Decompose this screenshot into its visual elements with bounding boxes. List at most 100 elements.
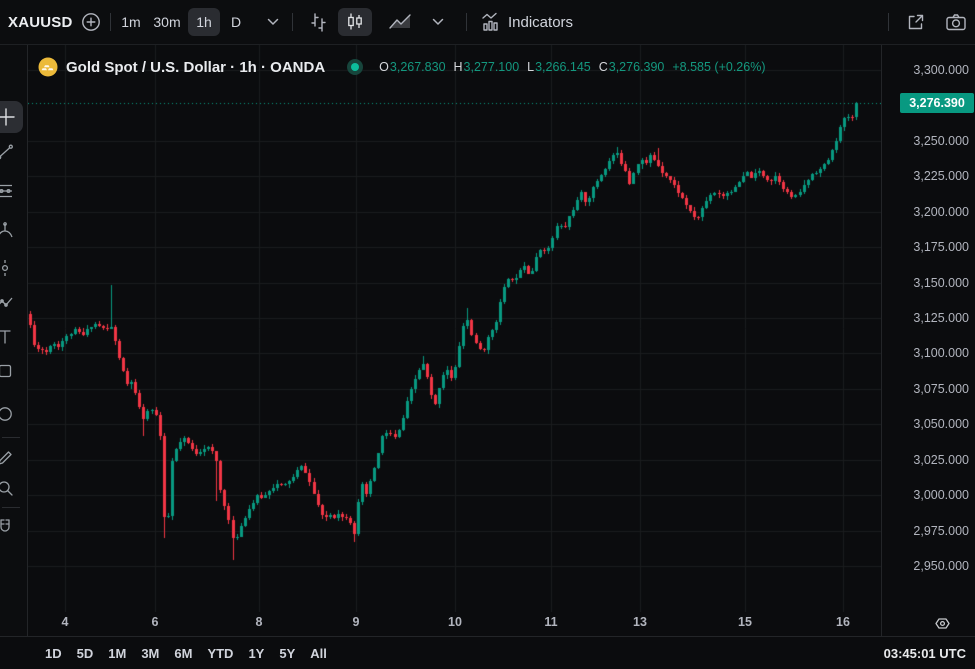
axis-settings-button[interactable] bbox=[931, 612, 953, 634]
indicators-label: Indicators bbox=[508, 14, 573, 31]
time-axis-label: 6 bbox=[152, 615, 159, 629]
magnet-icon bbox=[0, 517, 15, 537]
bottom-bar: 1D 5D 1M 3M 6M YTD 1Y 5Y All 03:45:01 UT… bbox=[0, 636, 975, 669]
price-axis-label: 3,100.000 bbox=[913, 345, 969, 361]
long-position-tool-button[interactable] bbox=[0, 257, 25, 279]
toolbar-separator bbox=[888, 13, 889, 31]
text-tool-button[interactable] bbox=[0, 326, 25, 348]
pitchfork-tool-button[interactable] bbox=[0, 220, 25, 242]
close-value: 3,276.390 bbox=[609, 60, 665, 74]
interval-1d-button[interactable]: D bbox=[224, 0, 248, 44]
price-axis-label: 3,150.000 bbox=[913, 275, 969, 291]
range-6m-button[interactable]: 6M bbox=[174, 646, 192, 661]
bar-chart-style-button[interactable] bbox=[304, 0, 332, 44]
timezone-clock-button[interactable]: 03:45:01 UTC bbox=[884, 637, 966, 669]
legend-title[interactable]: Gold Spot / U.S. Dollar · 1h · OANDA bbox=[66, 59, 325, 76]
ellipse-tool-button[interactable] bbox=[0, 403, 25, 425]
range-ytd-button[interactable]: YTD bbox=[207, 646, 233, 661]
crosshair-tool-button[interactable] bbox=[0, 101, 23, 133]
indicators-button-icon-wrap[interactable] bbox=[478, 0, 504, 44]
indicators-button[interactable]: Indicators bbox=[508, 0, 573, 44]
fib-retracement-tool-button[interactable] bbox=[0, 180, 25, 202]
open-value: 3,267.830 bbox=[390, 60, 446, 74]
long-position-icon bbox=[0, 258, 15, 278]
range-all-button[interactable]: All bbox=[310, 646, 327, 661]
ellipse-icon bbox=[0, 404, 15, 424]
chart-style-menu-button[interactable] bbox=[428, 0, 448, 44]
time-axis-label: 11 bbox=[544, 615, 557, 629]
trend-line-tool-button[interactable] bbox=[0, 141, 25, 163]
low-label: L bbox=[527, 60, 534, 74]
chevron-down-icon bbox=[267, 18, 279, 26]
crosshair-icon bbox=[0, 108, 15, 126]
brush-icon bbox=[0, 448, 15, 468]
time-axis-label: 10 bbox=[448, 615, 462, 629]
price-axis-label: 3,075.000 bbox=[913, 381, 969, 397]
toolbar-separator bbox=[110, 13, 111, 31]
legend-ohlc: O3,267.830 H3,277.100 L3,266.145 C3,276.… bbox=[379, 60, 765, 74]
toolbar-separator bbox=[292, 13, 293, 31]
symbol-button[interactable]: XAUUSD bbox=[8, 0, 73, 44]
price-axis-label: 2,975.000 bbox=[913, 523, 969, 539]
sidebar-divider bbox=[2, 507, 20, 508]
toolbar-separator bbox=[466, 13, 467, 31]
high-value: 3,277.100 bbox=[464, 60, 520, 74]
price-chart[interactable] bbox=[28, 45, 881, 612]
price-axis-label: 3,025.000 bbox=[913, 452, 969, 468]
open-label: O bbox=[379, 60, 389, 74]
zoom-tool-button[interactable] bbox=[0, 477, 25, 499]
low-value: 3,266.145 bbox=[535, 60, 591, 74]
interval-menu-button[interactable] bbox=[263, 0, 283, 44]
pitchfork-icon bbox=[0, 221, 15, 241]
chevron-down-icon bbox=[432, 18, 444, 26]
compare-add-button[interactable] bbox=[80, 0, 102, 44]
shapes-icon bbox=[0, 361, 15, 381]
price-axis-label: 2,950.000 bbox=[913, 558, 969, 574]
high-label: H bbox=[454, 60, 463, 74]
trend-line-icon bbox=[0, 142, 15, 162]
range-3m-button[interactable]: 3M bbox=[141, 646, 159, 661]
time-axis-label: 9 bbox=[353, 615, 360, 629]
time-axis-label: 13 bbox=[633, 615, 647, 629]
tradingview-window: XAUUSD 1m 30m 1h D bbox=[0, 0, 975, 669]
time-axis-label: 16 bbox=[836, 615, 850, 629]
indicators-icon bbox=[479, 10, 503, 34]
candles-chart-style-button[interactable] bbox=[338, 8, 372, 36]
pattern-tool-button[interactable] bbox=[0, 293, 25, 315]
price-axis[interactable]: 3,276.390 3,300.0003,250.0003,225.0003,2… bbox=[881, 45, 975, 636]
interval-1h-button[interactable]: 1h bbox=[188, 8, 220, 36]
time-axis-label: 15 bbox=[738, 615, 752, 629]
area-chart-style-button[interactable] bbox=[384, 0, 418, 44]
date-range-switcher: 1D 5D 1M 3M 6M YTD 1Y 5Y All bbox=[45, 637, 327, 669]
interval-30m-button[interactable]: 30m bbox=[148, 0, 186, 44]
magnet-tool-button[interactable] bbox=[0, 516, 25, 538]
area-chart-icon bbox=[388, 11, 414, 33]
range-1d-button[interactable]: 1D bbox=[45, 646, 62, 661]
text-tool-icon bbox=[0, 327, 15, 347]
open-in-new-window-button[interactable] bbox=[902, 0, 928, 44]
price-axis-label: 3,225.000 bbox=[913, 168, 969, 184]
range-1y-button[interactable]: 1Y bbox=[248, 646, 264, 661]
price-axis-label: 3,000.000 bbox=[913, 487, 969, 503]
price-axis-label: 3,300.000 bbox=[913, 62, 969, 78]
time-axis[interactable]: 46891011131516 bbox=[28, 612, 881, 636]
brush-tool-button[interactable] bbox=[0, 447, 25, 469]
range-5y-button[interactable]: 5Y bbox=[279, 646, 295, 661]
interval-1m-button[interactable]: 1m bbox=[116, 0, 146, 44]
price-axis-label: 3,050.000 bbox=[913, 416, 969, 432]
time-axis-label: 4 bbox=[62, 615, 69, 629]
last-price-badge: 3,276.390 bbox=[900, 93, 974, 113]
hexagon-settings-icon bbox=[933, 614, 952, 633]
price-axis-label: 3,200.000 bbox=[913, 204, 969, 220]
range-5d-button[interactable]: 5D bbox=[77, 646, 94, 661]
shapes-tool-button[interactable] bbox=[0, 360, 25, 382]
market-status-dot[interactable] bbox=[347, 59, 363, 75]
screenshot-button[interactable] bbox=[942, 0, 970, 44]
price-axis-label: 3,175.000 bbox=[913, 239, 969, 255]
price-axis-label: 3,125.000 bbox=[913, 310, 969, 326]
top-toolbar: XAUUSD 1m 30m 1h D bbox=[0, 0, 975, 45]
sidebar-divider bbox=[2, 437, 20, 438]
drawing-toolbar bbox=[0, 45, 28, 636]
bars-icon bbox=[307, 11, 329, 33]
range-1m-button[interactable]: 1M bbox=[108, 646, 126, 661]
